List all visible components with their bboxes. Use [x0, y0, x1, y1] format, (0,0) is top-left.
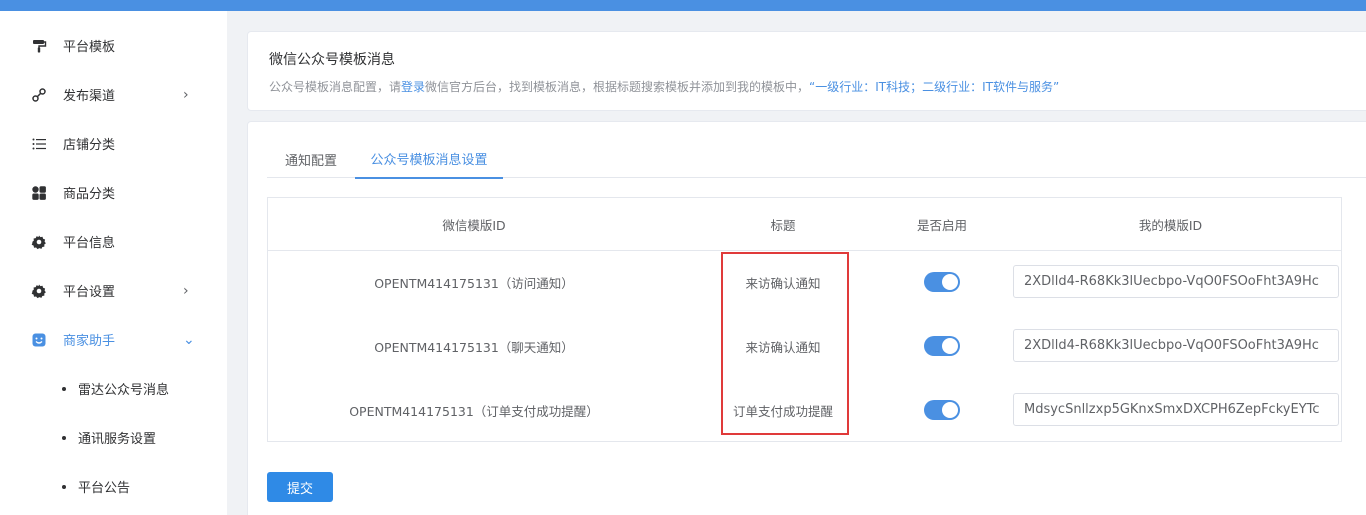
enable-toggle[interactable]	[924, 272, 960, 292]
sidebar-item-label: 店铺分类	[63, 138, 116, 153]
list-icon	[31, 136, 47, 152]
chevron-right-icon: ›	[183, 86, 189, 103]
sidebar-item-merchant-assistant[interactable]: 商家助手 ⌄	[0, 315, 227, 364]
cell-enabled	[886, 250, 998, 314]
cell-template-id: OPENTM414175131（访问通知）	[374, 275, 574, 291]
industry-hint: “一级行业：IT科技；二级行业：IT软件与服务”	[809, 80, 1060, 94]
bullet-dot	[62, 386, 66, 391]
toggle-knob	[942, 274, 958, 290]
toggle-knob	[942, 338, 958, 354]
column-header-enabled: 是否启用	[916, 217, 967, 233]
cell-enabled	[886, 314, 998, 378]
desc-text: 公众号模板消息配置，请	[269, 80, 402, 94]
column-header-template-id: 微信模版ID	[442, 217, 506, 233]
sidebar-item-label: 平台信息	[63, 236, 116, 251]
login-link[interactable]: 登录	[401, 80, 425, 94]
paint-roller-icon	[31, 38, 47, 54]
my-template-id-input[interactable]	[1013, 265, 1339, 298]
sidebar-item-shop-category[interactable]: 店铺分类	[0, 119, 227, 168]
sidebar-subitem-label: 雷达公众号消息	[78, 383, 170, 398]
enable-toggle[interactable]	[924, 400, 960, 420]
smile-face-icon	[31, 332, 47, 348]
chevron-right-icon: ›	[183, 282, 189, 299]
top-bar	[0, 0, 1366, 11]
cell-title: 订单支付成功提醒	[732, 403, 833, 419]
info-card-description: 公众号模板消息配置，请登录微信官方后台，找到模板消息，根据标题搜索模板并添加到我…	[269, 78, 1059, 95]
sidebar-item-platform-info[interactable]: 平台信息	[0, 217, 227, 266]
enable-toggle[interactable]	[924, 336, 960, 356]
tab-template-message-settings[interactable]: 公众号模板消息设置	[355, 140, 503, 179]
gear-icon	[31, 283, 47, 299]
sidebar-subitem-label: 通讯服务设置	[78, 432, 157, 447]
sidebar-item-label: 商品分类	[63, 187, 116, 202]
submit-button[interactable]: 提交	[267, 472, 333, 502]
sidebar-item-label: 发布渠道	[63, 89, 116, 104]
sidebar-subitem-radar-messages[interactable]: 雷达公众号消息	[0, 364, 227, 413]
gear-icon	[31, 234, 47, 250]
sidebar-item-publish-channel[interactable]: 发布渠道 ›	[0, 70, 227, 119]
cell-enabled	[886, 378, 998, 442]
chevron-down-icon: ⌄	[183, 331, 195, 348]
sidebar-subitem-label: 平台公告	[78, 481, 131, 496]
cell-title: 来访确认通知	[745, 275, 821, 291]
category-grid-icon	[31, 185, 47, 201]
sidebar-item-label: 商家助手	[63, 334, 116, 349]
column-header-my-template-id: 我的模版ID	[1138, 217, 1203, 233]
cell-title: 来访确认通知	[745, 339, 821, 355]
channel-link-icon	[31, 87, 47, 103]
bullet-dot	[62, 484, 66, 489]
my-template-id-input[interactable]	[1013, 329, 1339, 362]
info-card-title: 微信公众号模板消息	[269, 52, 395, 68]
sidebar-item-platform-settings[interactable]: 平台设置 ›	[0, 266, 227, 315]
bullet-dot	[62, 435, 66, 440]
column-header-title: 标题	[770, 217, 796, 233]
sidebar-item-platform-template[interactable]: 平台模板	[0, 21, 227, 70]
sidebar-subitem-platform-notice[interactable]: 平台公告	[0, 462, 227, 511]
info-card: 微信公众号模板消息 公众号模板消息配置，请登录微信官方后台，找到模板消息，根据标…	[247, 31, 1366, 111]
sidebar: 平台模板 发布渠道 › 店铺分类 商品分类 平台信息 平台设置 › 商家助手 ⌄…	[0, 11, 227, 515]
toggle-knob	[942, 402, 958, 418]
tab-notification-config[interactable]: 通知配置	[267, 140, 355, 178]
cell-template-id: OPENTM414175131（订单支付成功提醒）	[349, 403, 599, 419]
template-table: 微信模版ID 标题 是否启用 我的模版ID OPENTM414175131（访问…	[267, 197, 1342, 442]
cell-template-id: OPENTM414175131（聊天通知）	[374, 339, 574, 355]
my-template-id-input[interactable]	[1013, 393, 1339, 426]
tab-bar: 通知配置 公众号模板消息设置	[267, 140, 1366, 179]
settings-card: 通知配置 公众号模板消息设置 微信模版ID 标题 是否启用 我的模版ID OPE…	[247, 121, 1366, 515]
sidebar-item-product-category[interactable]: 商品分类	[0, 168, 227, 217]
sidebar-item-label: 平台模板	[63, 40, 116, 55]
sidebar-subitem-comm-settings[interactable]: 通讯服务设置	[0, 413, 227, 462]
sidebar-item-label: 平台设置	[63, 285, 116, 300]
desc-text: 微信官方后台，找到模板消息，根据标题搜索模板并添加到我的模板中，	[425, 80, 810, 94]
